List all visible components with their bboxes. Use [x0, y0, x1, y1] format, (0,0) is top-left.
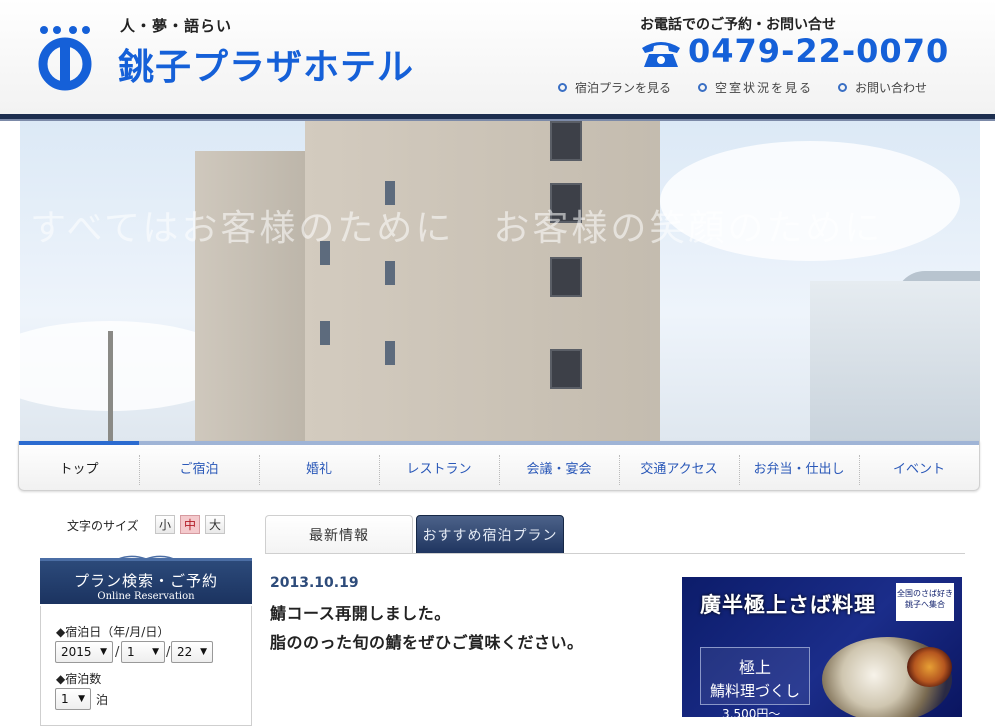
phone-icon — [642, 42, 680, 67]
day-select[interactable]: 22 ▼ — [171, 641, 213, 663]
contact-link-label: お問い合わせ — [855, 81, 928, 95]
month-select[interactable]: 1 ▼ — [121, 641, 165, 663]
dropdown-arrow-icon: ▼ — [78, 694, 85, 704]
nav-event[interactable]: イベント — [859, 441, 979, 490]
plan-search-subtitle: Online Reservation — [97, 591, 195, 602]
plan-link-label: 宿泊プランを見る — [575, 81, 672, 95]
nav-wedding[interactable]: 婚礼 — [259, 441, 379, 490]
building-front — [305, 121, 660, 441]
date-separator: / — [166, 645, 171, 660]
month-value: 1 — [127, 645, 135, 659]
promo-price: 3,500円〜 — [722, 707, 781, 717]
dropdown-arrow-icon: ▼ — [100, 647, 107, 657]
tab-divider — [265, 553, 965, 554]
hotel-logo-icon[interactable] — [30, 22, 100, 92]
nights-value: 1 — [61, 692, 69, 706]
balcony — [550, 257, 582, 297]
news-date: 2013.10.19 — [270, 575, 359, 591]
tel-caption: お電話でのご予約・お問い合せ — [640, 17, 836, 33]
year-select[interactable]: 2015 ▼ — [55, 641, 113, 663]
font-size-medium-button[interactable]: 中 — [180, 515, 200, 534]
tab-latest-news[interactable]: 最新情報 — [265, 515, 413, 554]
promo-banner[interactable]: 廣半極上さば料理 全国のさば好き 銚子へ集合 極上 鯖料理づくし 3,500円〜 — [682, 577, 962, 717]
site-header: 人・夢・語らい 銚子プラザホテル お電話でのご予約・お問い合せ 0479-22-… — [0, 0, 995, 114]
plan-search-title: プラン検索・ご予約 — [73, 572, 218, 590]
vacancy-link[interactable]: 空室状況を見る — [698, 79, 813, 96]
nav-restaurant[interactable]: レストラン — [379, 441, 499, 490]
window — [320, 321, 330, 345]
dropdown-arrow-icon: ▼ — [152, 647, 159, 657]
window — [385, 341, 395, 365]
contact-link[interactable]: お問い合わせ — [838, 79, 927, 96]
window — [385, 261, 395, 285]
news-headline[interactable]: 鯖コース再開しました。 — [270, 600, 451, 624]
dropdown-arrow-icon: ▼ — [200, 647, 207, 657]
nights-unit: 泊 — [96, 693, 109, 707]
promo-tag: 全国のさば好き 銚子へ集合 — [896, 583, 954, 621]
nights-select[interactable]: 1 ▼ — [55, 688, 91, 710]
font-size-small-button[interactable]: 小 — [155, 515, 175, 534]
plan-link[interactable]: 宿泊プランを見る — [558, 79, 671, 96]
phone-number[interactable]: 0479-22-0070 — [688, 32, 949, 70]
nav-stay[interactable]: ご宿泊 — [139, 441, 259, 490]
utility-pole — [108, 331, 113, 441]
building-side — [195, 151, 305, 441]
day-value: 22 — [177, 645, 193, 659]
plan-search-header: プラン検索・ご予約 Online Reservation — [40, 558, 252, 604]
ring-bullet-icon — [838, 83, 847, 92]
hotel-tagline: 人・夢・語らい — [120, 17, 233, 35]
ring-bullet-icon — [698, 83, 707, 92]
soup-bowl-image — [907, 647, 952, 687]
tab-recommended-plans[interactable]: おすすめ宿泊プラン — [416, 515, 564, 554]
news-body: 脂ののった旬の鯖をぜひご賞味ください。 — [270, 633, 584, 652]
promo-subtitle-box: 極上 鯖料理づくし — [700, 647, 810, 705]
balcony — [550, 349, 582, 389]
hero-slogan: すべてはお客様のために お客様の笑顔のために — [30, 208, 884, 249]
hero-image: すべてはお客様のために お客様の笑顔のために — [20, 121, 980, 441]
date-separator: / — [115, 645, 120, 660]
nav-meeting[interactable]: 会議・宴会 — [499, 441, 619, 490]
promo-sub-line1: 極上 — [738, 658, 771, 677]
font-size-large-button[interactable]: 大 — [205, 515, 225, 534]
nav-bento[interactable]: お弁当・仕出し — [739, 441, 859, 490]
hotel-name[interactable]: 銚子プラザホテル — [118, 38, 414, 90]
nav-access[interactable]: 交通アクセス — [619, 441, 739, 490]
checkin-date-label: ◆宿泊日（年/月/日） — [56, 625, 170, 639]
global-nav: トップ ご宿泊 婚礼 レストラン 会議・宴会 交通アクセス お弁当・仕出し イベ… — [18, 441, 980, 491]
promo-sub-line2: 鯖料理づくし — [709, 682, 800, 700]
nights-label: ◆宿泊数 — [56, 672, 102, 686]
nav-top[interactable]: トップ — [19, 441, 139, 490]
neighbor-building — [810, 281, 980, 441]
promo-title: 廣半極上さば料理 — [700, 592, 876, 617]
year-value: 2015 — [61, 645, 92, 659]
font-size-label: 文字のサイズ — [67, 519, 139, 533]
balcony — [550, 121, 582, 161]
ring-bullet-icon — [558, 83, 567, 92]
vacancy-link-label: 空室状況を見る — [715, 81, 814, 95]
